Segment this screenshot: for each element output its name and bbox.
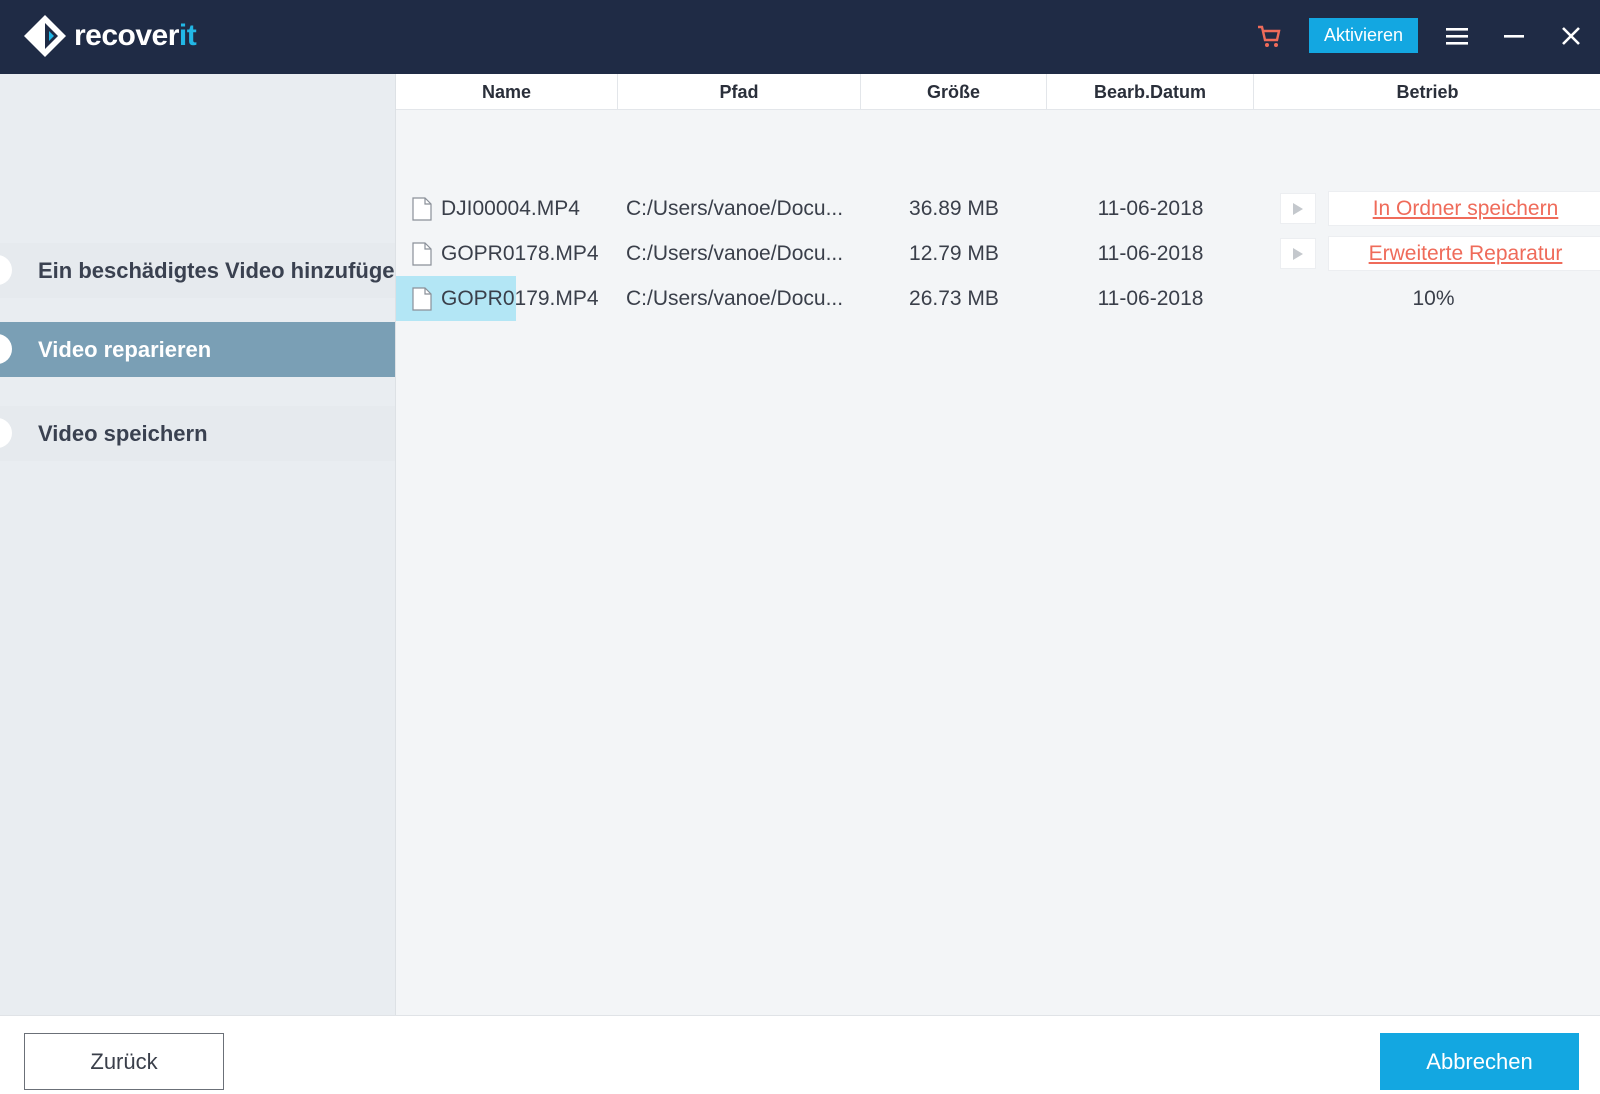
- step-label: Ein beschädigtes Video hinzufügen: [38, 257, 408, 283]
- file-size: 12.79 MB: [909, 241, 999, 265]
- preview-play-button[interactable]: [1280, 193, 1316, 224]
- file-path: C:/Users/vanoe/Docu...: [626, 196, 844, 220]
- file-path: C:/Users/vanoe/Docu...: [626, 241, 844, 265]
- title-bar: recoverit Aktivieren: [0, 0, 1600, 74]
- step-save-video[interactable]: Video speichern: [0, 406, 432, 461]
- file-size: 26.73 MB: [909, 286, 999, 310]
- cancel-button[interactable]: Abbrechen: [1380, 1033, 1579, 1090]
- file-date: 11-06-2018: [1097, 241, 1204, 265]
- close-icon[interactable]: [1560, 24, 1582, 48]
- file-path: C:/Users/vanoe/Docu...: [626, 286, 844, 310]
- advanced-repair-link[interactable]: Erweiterte Reparatur: [1328, 236, 1600, 271]
- file-size: 36.89 MB: [909, 196, 999, 220]
- minimize-icon[interactable]: [1502, 24, 1526, 48]
- table-row[interactable]: GOPR0179.MP4 C:/Users/vanoe/Docu... 26.7…: [396, 276, 1600, 321]
- step-label: Video speichern: [38, 420, 208, 446]
- table-row[interactable]: DJI00004.MP4 C:/Users/vanoe/Docu... 36.8…: [396, 186, 1600, 231]
- step-repair-video[interactable]: Video reparieren: [0, 322, 432, 377]
- logo-icon: [24, 15, 66, 57]
- play-icon: [1293, 202, 1303, 215]
- step-add-video[interactable]: Ein beschädigtes Video hinzufügen: [0, 243, 432, 298]
- save-to-folder-link[interactable]: In Ordner speichern: [1328, 191, 1600, 226]
- table-header: Name Pfad Größe Bearb.Datum Betrieb: [396, 74, 1600, 110]
- preview-play-button[interactable]: [1280, 238, 1316, 269]
- column-header-size[interactable]: Größe: [861, 74, 1047, 110]
- file-list-panel: Name Pfad Größe Bearb.Datum Betrieb DJI0…: [395, 74, 1600, 1015]
- sidebar: Ein beschädigtes Video hinzufügen Video …: [0, 74, 432, 1015]
- file-date: 11-06-2018: [1097, 286, 1204, 310]
- file-icon: [412, 241, 432, 266]
- file-icon: [412, 196, 432, 221]
- logo-text: recoverit: [74, 19, 197, 52]
- app-logo: recoverit: [22, 13, 197, 59]
- file-icon: [412, 286, 432, 311]
- back-button[interactable]: Zurück: [24, 1033, 224, 1090]
- column-header-name[interactable]: Name: [396, 74, 618, 110]
- column-header-operation[interactable]: Betrieb: [1254, 74, 1600, 110]
- play-icon: [1293, 247, 1303, 260]
- cart-icon[interactable]: [1255, 22, 1283, 50]
- footer-bar: Zurück Abbrechen: [0, 1015, 1600, 1094]
- menu-icon[interactable]: [1446, 24, 1468, 48]
- table-row[interactable]: GOPR0178.MP4 C:/Users/vanoe/Docu... 12.7…: [396, 231, 1600, 276]
- file-name: GOPR0178.MP4: [441, 241, 599, 265]
- file-name: GOPR0179.MP4: [441, 286, 599, 310]
- step-label: Video reparieren: [38, 336, 212, 362]
- step-indicator: [0, 418, 12, 448]
- file-date: 11-06-2018: [1097, 196, 1204, 220]
- activate-button[interactable]: Aktivieren: [1309, 18, 1418, 53]
- repair-progress-text: 10%: [1412, 286, 1455, 310]
- column-header-date[interactable]: Bearb.Datum: [1047, 74, 1254, 110]
- column-header-path[interactable]: Pfad: [618, 74, 861, 110]
- step-indicator: [0, 334, 12, 364]
- step-indicator: [0, 255, 12, 285]
- file-name: DJI00004.MP4: [441, 196, 580, 220]
